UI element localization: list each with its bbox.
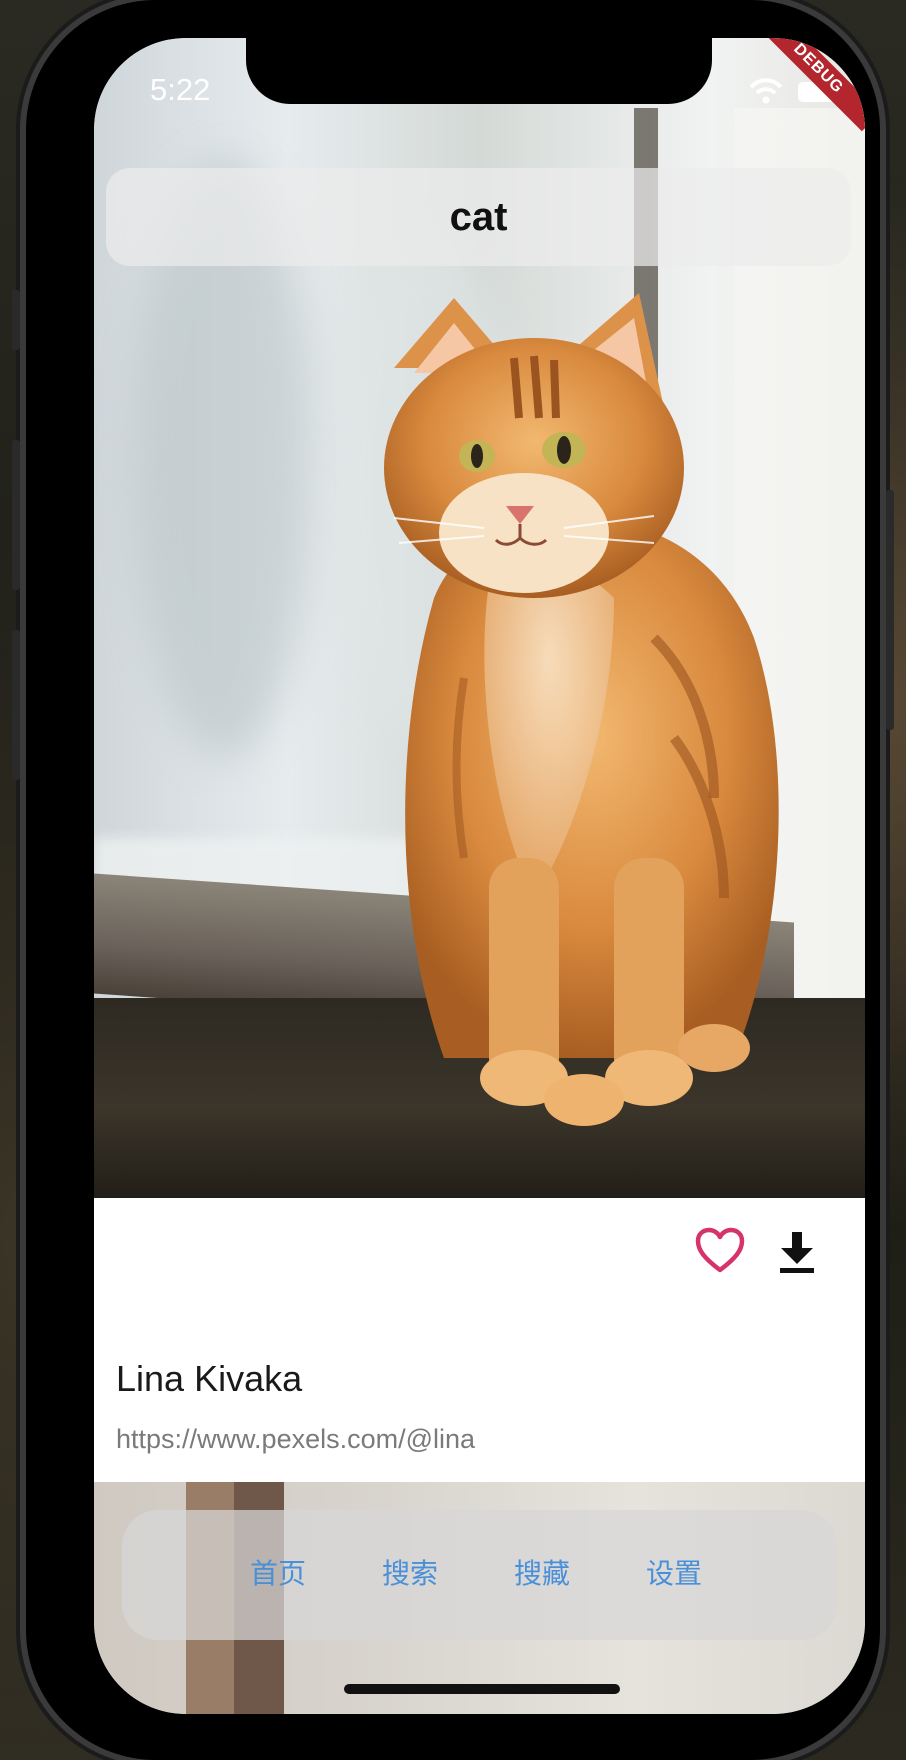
author-name: Lina Kivaka bbox=[116, 1358, 303, 1399]
volume-up-button bbox=[12, 440, 20, 590]
header-bar: cat bbox=[106, 168, 851, 266]
home-indicator[interactable] bbox=[344, 1684, 620, 1694]
status-time: 5:22 bbox=[150, 72, 211, 107]
app-screen: 5:22 DEBUG cat Lina Kivaka https://www.p… bbox=[94, 38, 865, 1714]
volume-down-button bbox=[12, 630, 20, 780]
notch bbox=[246, 38, 712, 104]
photo-info-card: Lina Kivaka https://www.pexels.com/@lina bbox=[94, 1198, 865, 1482]
nav-item-home[interactable]: 首页 bbox=[250, 1552, 306, 1592]
page-title: cat bbox=[449, 194, 508, 239]
phone-frame: 5:22 DEBUG cat Lina Kivaka https://www.p… bbox=[12, 0, 894, 1760]
bottom-navigation: 首页 搜索 搜藏 设置 bbox=[122, 1510, 837, 1640]
power-button bbox=[886, 490, 894, 730]
nav-item-favorites[interactable]: 搜藏 bbox=[514, 1552, 570, 1592]
nav-item-search[interactable]: 搜索 bbox=[382, 1552, 438, 1592]
heart-outline-icon[interactable] bbox=[694, 1226, 746, 1274]
author-url[interactable]: https://www.pexels.com/@lina bbox=[116, 1424, 475, 1455]
mute-switch bbox=[12, 290, 20, 350]
download-icon[interactable] bbox=[777, 1230, 817, 1274]
wifi-icon bbox=[749, 78, 783, 104]
nav-item-settings[interactable]: 设置 bbox=[646, 1552, 702, 1592]
